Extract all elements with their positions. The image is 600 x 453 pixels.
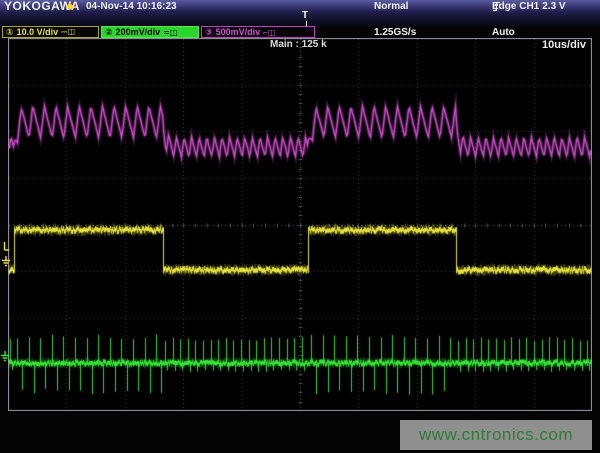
waveform-display xyxy=(8,38,592,411)
trigger-info: Edge CH1 2.3 V xyxy=(492,0,566,13)
oscilloscope-screen: YOKOGAWA ◆ 04-Nov-14 10:16:23 Normal Edg… xyxy=(0,0,600,453)
channel-3-coupling-icon: ⌐◫ xyxy=(263,28,275,37)
channel-2-coupling-icon: ≂◫ xyxy=(163,28,177,37)
header-bar: YOKOGAWA ◆ 04-Nov-14 10:16:23 Normal Edg… xyxy=(0,0,600,13)
rising-edge-icon xyxy=(492,1,501,12)
status-bar: Running 5695 1.25GS/s Auto xyxy=(0,13,600,26)
graticule: Main : 125 k 10us/div xyxy=(8,38,592,411)
channel-1-scale: 10.0 V/div xyxy=(17,27,59,37)
channel-1-ground-icon xyxy=(1,256,11,267)
brand-diamond-icon: ◆ xyxy=(66,0,74,13)
channel-2-scale: 200mV/div xyxy=(116,27,161,37)
channel-1-position-marker xyxy=(2,242,10,252)
trigger-position-marker: T xyxy=(302,10,308,21)
trigger-level-value: 2.3 V xyxy=(542,0,565,13)
channel-2-number: ② xyxy=(105,27,113,38)
record-length-label: Main : 125 k xyxy=(270,39,327,50)
channel-1-number: ① xyxy=(6,27,14,38)
channel-3-indicator: ③ 500mV/div ⌐◫ xyxy=(201,26,315,38)
timebase-label: 10us/div xyxy=(542,39,586,51)
channel-3-scale: 500mV/div xyxy=(216,27,261,37)
channel-2-ground-icon xyxy=(0,351,10,362)
channel-1-indicator: ① 10.0 V/div ⎓◫ xyxy=(2,26,99,38)
channel-1-coupling-icon: ⎓◫ xyxy=(61,27,75,37)
acquisition-mode-label: Normal xyxy=(374,0,408,13)
channel-3-number: ③ xyxy=(205,27,213,38)
datetime-display: 04-Nov-14 10:16:23 xyxy=(86,0,177,13)
channel-2-indicator: ② 200mV/div ≂◫ xyxy=(101,26,199,38)
watermark-link[interactable]: www.cntronics.com xyxy=(400,420,592,450)
